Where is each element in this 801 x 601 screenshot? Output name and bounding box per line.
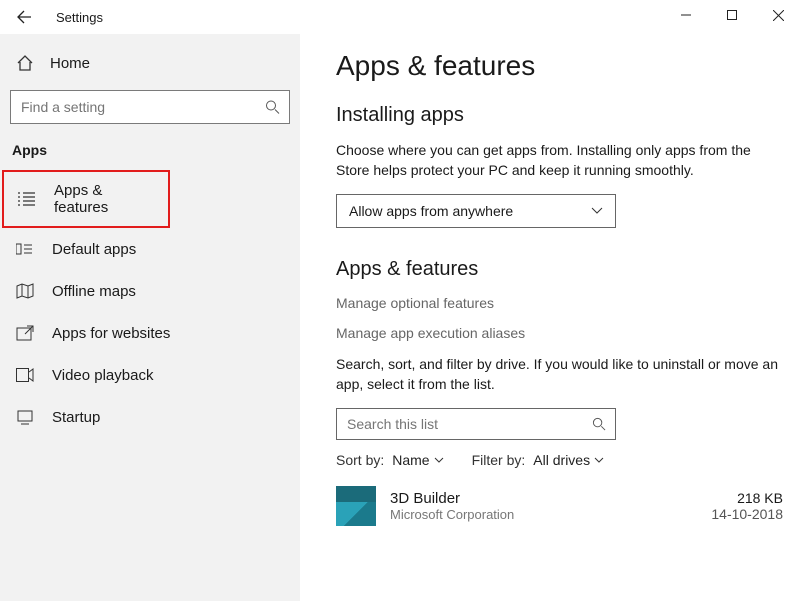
window-controls [663,0,801,30]
minimize-icon [681,10,691,20]
startup-icon [16,408,34,426]
nav-label: Video playback [52,367,153,384]
chevron-down-icon [591,207,603,215]
window-title: Settings [56,10,103,25]
back-arrow-icon [16,9,32,25]
nav-apps-websites[interactable]: Apps for websites [0,312,300,354]
category-title: Apps [0,142,300,170]
nav-label: Offline maps [52,283,136,300]
nav-apps-features[interactable]: Apps & features [2,170,170,228]
app-publisher: Microsoft Corporation [390,507,697,522]
close-icon [773,10,784,21]
app-name: 3D Builder [390,490,697,507]
app-search [336,408,616,440]
apps-list-desc: Search, sort, and filter by drive. If yo… [336,355,783,394]
installing-apps-desc: Choose where you can get apps from. Inst… [336,141,783,180]
page-title: Apps & features [336,50,783,82]
search-icon [592,417,606,431]
filter-by-control[interactable]: Filter by: All drives [472,452,604,468]
map-icon [16,282,34,300]
sort-label: Sort by: [336,452,384,468]
app-size: 218 KB [711,490,783,506]
minimize-button[interactable] [663,0,709,30]
filter-value: All drives [533,452,590,468]
back-button[interactable] [12,5,36,29]
nav-video-playback[interactable]: Video playback [0,354,300,396]
chevron-down-icon [434,457,444,464]
installing-apps-heading: Installing apps [336,104,783,127]
dropdown-value: Allow apps from anywhere [349,203,513,219]
main-content: Apps & features Installing apps Choose w… [300,34,801,601]
manage-aliases-link[interactable]: Manage app execution aliases [336,325,783,341]
nav-label: Startup [52,409,100,426]
home-label: Home [50,55,90,72]
maximize-button[interactable] [709,0,755,30]
defaults-icon [16,240,34,258]
settings-search [10,90,290,124]
open-icon [16,324,34,342]
nav-offline-maps[interactable]: Offline maps [0,270,300,312]
sort-by-control[interactable]: Sort by: Name [336,452,444,468]
nav-label: Apps for websites [52,325,170,342]
search-icon [265,100,280,115]
filter-label: Filter by: [472,452,526,468]
apps-features-heading: Apps & features [336,258,783,281]
sidebar: Home Apps Apps & features Default apps [0,34,300,601]
chevron-down-icon [594,457,604,464]
install-source-dropdown[interactable]: Allow apps from anywhere [336,194,616,228]
nav-startup[interactable]: Startup [0,396,300,438]
app-details: 218 KB 14-10-2018 [711,490,783,522]
home-link[interactable]: Home [0,46,300,90]
app-list-item[interactable]: 3D Builder Microsoft Corporation 218 KB … [336,486,783,526]
list-icon [18,190,36,208]
sort-filter-row: Sort by: Name Filter by: All drives [336,452,783,468]
manage-optional-link[interactable]: Manage optional features [336,295,783,311]
settings-search-input[interactable] [10,90,290,124]
app-search-input[interactable] [336,408,616,440]
home-icon [16,54,34,72]
sort-value: Name [392,452,429,468]
app-date: 14-10-2018 [711,506,783,522]
app-meta: 3D Builder Microsoft Corporation [390,490,697,522]
app-icon [336,486,376,526]
nav-label: Default apps [52,241,136,258]
nav-default-apps[interactable]: Default apps [0,228,300,270]
close-button[interactable] [755,0,801,30]
nav-label: Apps & features [54,182,154,216]
video-icon [16,366,34,384]
maximize-icon [727,10,737,20]
